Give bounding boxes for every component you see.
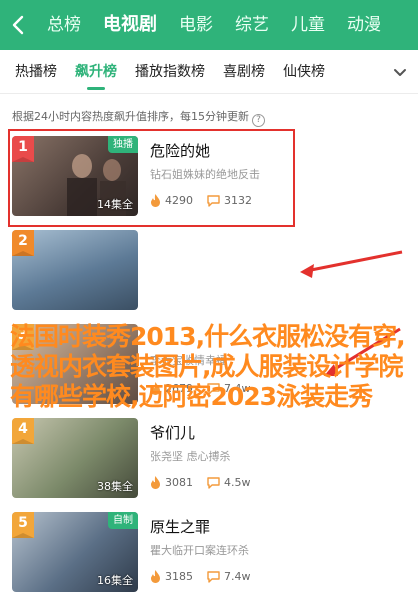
heat-value: 3185 <box>165 570 193 583</box>
tab-variety[interactable]: 综艺 <box>224 0 280 50</box>
rank-badge: 2 <box>12 230 34 256</box>
item-title: 爷们儿 <box>150 424 196 442</box>
help-icon[interactable]: ? <box>252 114 265 127</box>
thumbnail: 5 自制 16集全 <box>12 512 138 592</box>
top-nav-bar: 总榜 电视剧 电影 综艺 儿童 动漫 <box>0 0 418 50</box>
item-subtitle: 瞿大临开口案连环杀 <box>150 544 249 557</box>
tab-overall[interactable]: 总榜 <box>36 0 92 50</box>
list-item[interactable]: 4 38集全 爷们儿 张尧坚 虑心搏杀 3081 4.5w <box>12 418 408 498</box>
tab-anime[interactable]: 动漫 <box>336 0 392 50</box>
item-title: 原生之罪 <box>150 518 211 536</box>
episode-count: 16集全 <box>97 574 133 587</box>
comment-icon <box>207 570 220 583</box>
ranking-list: 根据24小时内容热度飙升值排序，每15分钟更新? 1 独播 14集全 危险的她 … <box>0 94 418 596</box>
list-item[interactable]: 5 自制 16集全 原生之罪 瞿大临开口案连环杀 3185 7.4w <box>12 512 408 592</box>
subtab-comedy[interactable]: 喜剧榜 <box>214 50 274 94</box>
item-stats: 3185 7.4w <box>150 570 265 583</box>
item-stats: 3081 4.5w <box>150 476 265 489</box>
back-arrow-icon <box>12 15 24 35</box>
tab-kids[interactable]: 儿童 <box>280 0 336 50</box>
tab-tv-series[interactable]: 电视剧 <box>92 0 168 50</box>
subtab-play-index[interactable]: 播放指数榜 <box>126 50 214 94</box>
subtab-hot[interactable]: 热播榜 <box>6 50 66 94</box>
thumbnail: 4 38集全 <box>12 418 138 498</box>
sub-nav-bar: 热播榜 飙升榜 播放指数榜 喜剧榜 仙侠榜 <box>0 50 418 94</box>
tab-movies[interactable]: 电影 <box>168 0 224 50</box>
item-subtitle: 张尧坚 虑心搏杀 <box>150 450 231 463</box>
flame-icon <box>151 570 160 583</box>
annotation-highlight-box <box>8 129 295 227</box>
rank-badge: 5 <box>12 512 34 538</box>
ranking-note: 根据24小时内容热度飙升值排序，每15分钟更新? <box>12 108 265 127</box>
flame-icon <box>151 476 160 489</box>
back-button[interactable] <box>0 0 36 50</box>
comment-value: 4.5w <box>224 476 251 489</box>
self-made-tag: 自制 <box>108 512 138 529</box>
expand-chevron-icon[interactable] <box>390 62 410 82</box>
rank-badge: 4 <box>12 418 34 444</box>
comment-icon <box>207 476 220 489</box>
ranking-note-text: 根据24小时内容热度飙升值排序，每15分钟更新 <box>12 110 249 123</box>
watermark-overlay-text: 法国时装秀2013,什么衣服松没有穿,透视内衣套装图片,成人服装设计学院有哪些学… <box>10 322 406 411</box>
thumbnail: 2 <box>12 230 138 310</box>
heat-value: 3081 <box>165 476 193 489</box>
episode-count: 38集全 <box>97 480 133 493</box>
subtab-xianxia[interactable]: 仙侠榜 <box>274 50 334 94</box>
comment-value: 7.4w <box>224 570 251 583</box>
subtab-rising[interactable]: 飙升榜 <box>66 50 126 94</box>
